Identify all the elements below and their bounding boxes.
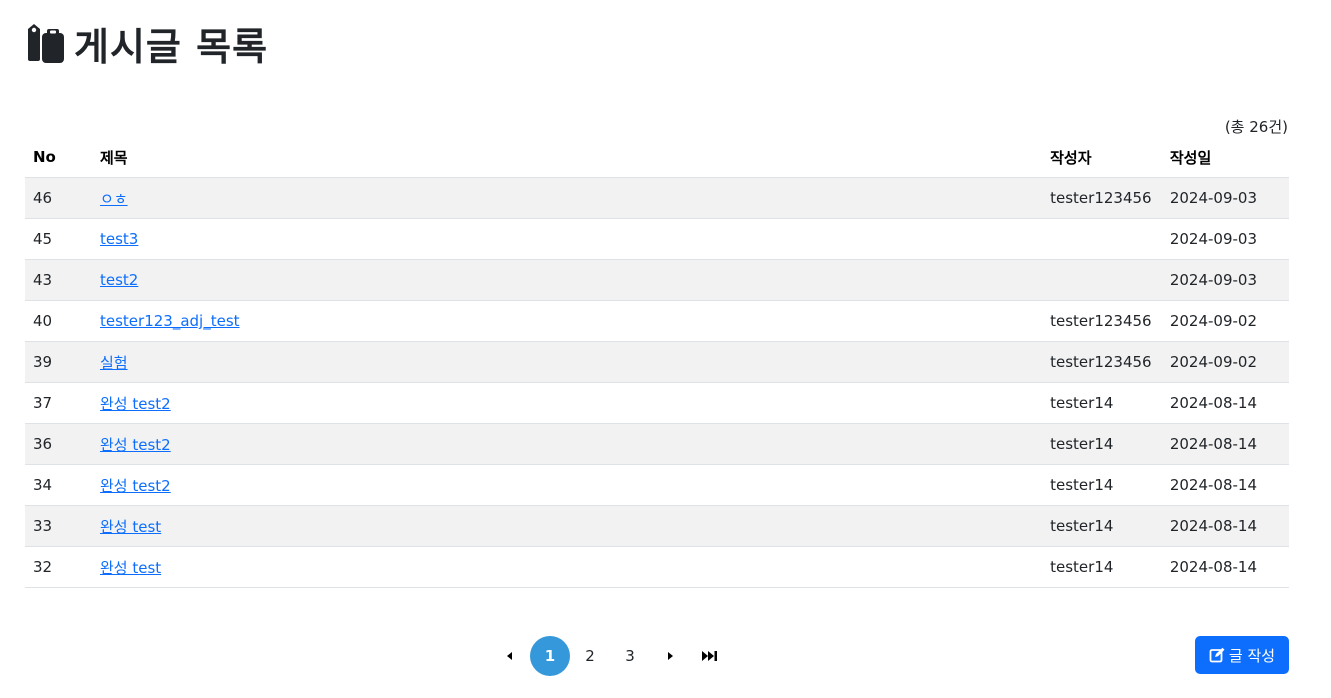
table-row: 37 완성 test2 tester14 2024-08-14 <box>25 382 1289 424</box>
post-title-cell: test3 <box>92 218 1043 260</box>
write-post-button[interactable]: 글 작성 <box>1195 636 1289 674</box>
post-writer: tester14 <box>1042 423 1162 465</box>
post-date: 2024-08-14 <box>1161 464 1289 506</box>
post-no: 40 <box>25 300 92 342</box>
table-row: 40 tester123_adj_test tester123456 2024-… <box>25 300 1289 342</box>
post-title-link[interactable]: 완성 test2 <box>100 436 171 454</box>
post-date: 2024-09-03 <box>1161 218 1289 260</box>
post-date: 2024-08-14 <box>1161 423 1289 465</box>
post-title-cell: test2 <box>92 259 1043 301</box>
column-header-no: No <box>25 137 92 178</box>
post-no: 33 <box>25 505 92 547</box>
post-writer: tester14 <box>1042 382 1162 424</box>
board-list-page: 게시글 목록 (총 26건) No 제목 작성자 작성일 46 ㅇㅎ teste… <box>0 0 1331 698</box>
page-header: 게시글 목록 <box>24 18 269 69</box>
caret-right-icon <box>668 652 673 660</box>
post-writer: tester14 <box>1042 505 1162 547</box>
post-writer <box>1042 218 1162 260</box>
caret-left-icon <box>507 652 512 660</box>
post-title-cell: 완성 test2 <box>92 382 1043 424</box>
post-no: 46 <box>25 177 92 219</box>
post-date: 2024-09-03 <box>1161 259 1289 301</box>
post-date: 2024-08-14 <box>1161 382 1289 424</box>
total-count: (총 26건) <box>1224 118 1288 136</box>
post-date: 2024-09-03 <box>1161 177 1289 219</box>
post-writer: tester123456 <box>1042 177 1162 219</box>
column-header-date: 작성일 <box>1161 137 1289 178</box>
table-row: 43 test2 2024-09-03 <box>25 259 1289 301</box>
post-title-link[interactable]: tester123_adj_test <box>100 312 240 330</box>
table-row: 46 ㅇㅎ tester123456 2024-09-03 <box>25 177 1289 219</box>
last-page-button[interactable] <box>690 636 730 676</box>
post-date: 2024-08-14 <box>1161 505 1289 547</box>
table-row: 34 완성 test2 tester14 2024-08-14 <box>25 464 1289 506</box>
post-writer: tester123456 <box>1042 341 1162 383</box>
post-title-link[interactable]: 완성 test <box>100 559 161 577</box>
post-title-link[interactable]: 실험 <box>100 354 128 372</box>
post-writer: tester123456 <box>1042 300 1162 342</box>
table-row: 45 test3 2024-09-03 <box>25 218 1289 260</box>
post-no: 34 <box>25 464 92 506</box>
post-title-link[interactable]: 완성 test <box>100 518 161 536</box>
post-no: 45 <box>25 218 92 260</box>
post-table: No 제목 작성자 작성일 46 ㅇㅎ tester123456 2024-09… <box>25 137 1289 588</box>
prev-page-button[interactable] <box>490 636 530 676</box>
table-row: 33 완성 test tester14 2024-08-14 <box>25 505 1289 547</box>
page-title: 게시글 목록 <box>74 24 269 69</box>
post-date: 2024-08-14 <box>1161 546 1289 588</box>
post-title-cell: ㅇㅎ <box>92 177 1043 219</box>
next-page-button[interactable] <box>650 636 690 676</box>
page-button-2[interactable]: 2 <box>570 636 610 676</box>
post-no: 37 <box>25 382 92 424</box>
post-no: 39 <box>25 341 92 383</box>
table-row: 32 완성 test tester14 2024-08-14 <box>25 546 1289 588</box>
post-no: 43 <box>25 259 92 301</box>
column-header-writer: 작성자 <box>1042 137 1162 178</box>
post-writer: tester14 <box>1042 546 1162 588</box>
post-writer <box>1042 259 1162 301</box>
post-title-link[interactable]: ㅇㅎ <box>100 190 128 208</box>
write-post-label: 글 작성 <box>1228 646 1276 665</box>
post-date: 2024-09-02 <box>1161 300 1289 342</box>
fast-forward-icon <box>702 651 717 661</box>
column-header-title: 제목 <box>92 137 1043 178</box>
post-title-cell: 완성 test2 <box>92 464 1043 506</box>
post-title-link[interactable]: 완성 test2 <box>100 395 171 413</box>
page-button-3[interactable]: 3 <box>610 636 650 676</box>
post-writer: tester14 <box>1042 464 1162 506</box>
post-title-cell: 완성 test <box>92 546 1043 588</box>
pagination: 1 2 3 <box>490 636 730 676</box>
post-title-link[interactable]: test3 <box>100 230 138 248</box>
post-title-link[interactable]: 완성 test2 <box>100 477 171 495</box>
post-no: 32 <box>25 546 92 588</box>
post-title-cell: 완성 test2 <box>92 423 1043 465</box>
page-button-1[interactable]: 1 <box>530 636 570 676</box>
post-date: 2024-09-02 <box>1161 341 1289 383</box>
post-title-link[interactable]: test2 <box>100 271 138 289</box>
clipboard-tag-icon <box>24 21 66 65</box>
post-title-cell: tester123_adj_test <box>92 300 1043 342</box>
table-header-row: No 제목 작성자 작성일 <box>25 137 1289 178</box>
post-no: 36 <box>25 423 92 465</box>
table-row: 39 실험 tester123456 2024-09-02 <box>25 341 1289 383</box>
post-title-cell: 실험 <box>92 341 1043 383</box>
edit-icon <box>1209 647 1225 663</box>
post-title-cell: 완성 test <box>92 505 1043 547</box>
table-row: 36 완성 test2 tester14 2024-08-14 <box>25 423 1289 465</box>
